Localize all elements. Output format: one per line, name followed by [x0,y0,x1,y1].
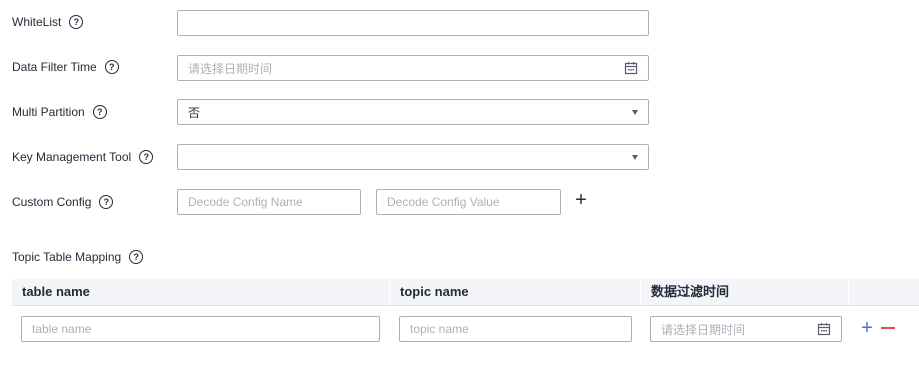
column-header-topic-name: topic name [400,284,469,299]
whitelist-input[interactable] [177,10,649,36]
topic-table-mapping-label-text: Topic Table Mapping [12,250,122,264]
add-config-button[interactable]: + [571,190,591,210]
column-header-filter-time: 数据过滤时间 [651,284,730,299]
help-icon[interactable]: ? [69,15,84,29]
mapping-topic-name-input[interactable] [399,316,632,342]
multi-partition-label: Multi Partition ? [12,100,107,124]
whitelist-text-field[interactable] [188,16,638,30]
mapping-table-name-input[interactable] [21,316,380,342]
multi-partition-label-text: Multi Partition [12,105,85,119]
column-divider [640,279,641,305]
help-icon[interactable]: ? [139,150,154,164]
chevron-down-icon[interactable] [632,109,638,115]
decode-config-name-field[interactable] [188,195,350,209]
help-icon[interactable]: ? [99,195,114,209]
multi-partition-select[interactable]: 否 [177,99,649,125]
decode-config-name-input[interactable] [177,189,361,215]
decode-config-value-field[interactable] [387,195,550,209]
data-filter-time-label-text: Data Filter Time [12,60,97,74]
key-management-tool-label: Key Management Tool ? [12,145,154,169]
help-icon[interactable]: ? [104,60,119,74]
help-icon[interactable]: ? [92,105,107,119]
column-divider [848,279,849,305]
help-icon[interactable]: ? [129,250,144,264]
calendar-icon[interactable] [624,61,638,75]
data-filter-time-picker[interactable]: 请选择日期时间 [177,55,649,81]
whitelist-label-text: WhiteList [12,15,62,29]
calendar-icon[interactable] [817,322,831,336]
mapping-filter-time-picker[interactable]: 请选择日期时间 [650,316,842,342]
remove-mapping-row-button[interactable] [880,318,896,338]
key-management-tool-select[interactable] [177,144,649,170]
mapping-table-name-field[interactable] [32,322,369,336]
key-management-tool-label-text: Key Management Tool [12,150,132,164]
add-mapping-row-button[interactable]: + [859,318,875,338]
custom-config-label-text: Custom Config [12,195,92,209]
mapping-topic-name-field[interactable] [410,322,621,336]
mapping-filter-time-placeholder: 请选择日期时间 [661,322,746,337]
column-header-table-name: table name [22,284,90,299]
whitelist-label: WhiteList ? [12,10,84,34]
mapping-table-header: table name topic name 数据过滤时间 [12,279,919,306]
chevron-down-icon[interactable] [632,154,638,160]
data-filter-time-placeholder: 请选择日期时间 [188,61,273,76]
data-filter-time-label: Data Filter Time ? [12,55,119,79]
column-divider [389,279,390,305]
topic-table-mapping-label: Topic Table Mapping ? [12,245,144,269]
decode-config-value-input[interactable] [376,189,561,215]
multi-partition-value: 否 [188,105,201,120]
custom-config-label: Custom Config ? [12,190,114,214]
